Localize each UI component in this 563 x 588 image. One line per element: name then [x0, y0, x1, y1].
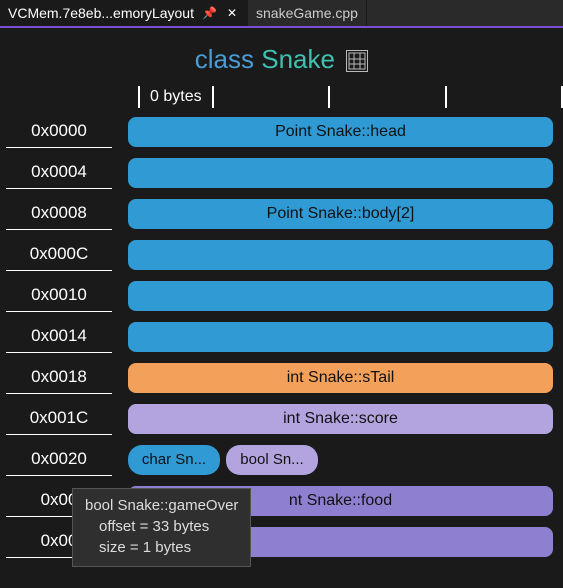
class-heading: class Snake	[0, 28, 563, 85]
member-chip[interactable]: char Sn...	[128, 445, 220, 475]
ruler-label: 0 bytes	[140, 88, 212, 106]
tooltip-size: size = 1 bytes	[85, 537, 238, 558]
address-cell: 0x0014	[6, 320, 112, 353]
address-cell: 0x0020	[6, 443, 112, 476]
ruler-tick	[212, 86, 214, 108]
member-chip[interactable]: bool Sn...	[226, 445, 318, 475]
pin-icon[interactable]: 📌	[200, 6, 219, 20]
member-chips: char Sn...bool Sn...	[128, 445, 553, 475]
tab-label: VCMem.7e8eb...emoryLayout	[8, 5, 194, 21]
tooltip-offset: offset = 33 bytes	[85, 516, 238, 537]
address-cell: 0x0004	[6, 156, 112, 189]
keyword: class	[195, 44, 254, 74]
memory-row: 0x0018 int Snake::sTail	[6, 357, 553, 398]
member-bar[interactable]: int Snake::score	[128, 404, 553, 434]
member-bar[interactable]	[128, 240, 553, 270]
address-cell: 0x0010	[6, 279, 112, 312]
address-cell: 0x000C	[6, 238, 112, 271]
member-bar[interactable]: int Snake::sTail	[128, 363, 553, 393]
tooltip-title: bool Snake::gameOver	[85, 495, 238, 516]
tab-label: snakeGame.cpp	[256, 5, 358, 21]
tab-bar: VCMem.7e8eb...emoryLayout 📌 ✕ snakeGame.…	[0, 0, 563, 28]
memory-row: 0x0000 Point Snake::head	[6, 111, 553, 152]
member-bar[interactable]	[128, 158, 553, 188]
address-cell: 0x0000	[6, 115, 112, 148]
memory-row: 0x000C	[6, 234, 553, 275]
member-bar[interactable]	[128, 281, 553, 311]
memory-row: 0x0008 Point Snake::body[2]	[6, 193, 553, 234]
address-cell: 0x001C	[6, 402, 112, 435]
memory-row: 0x001C int Snake::score	[6, 398, 553, 439]
member-bar[interactable]	[128, 322, 553, 352]
memory-row: 0x0020 char Sn...bool Sn...	[6, 439, 553, 480]
table-view-icon[interactable]	[346, 50, 368, 72]
member-bar[interactable]: Point Snake::head	[128, 117, 553, 147]
ruler-tick	[445, 86, 447, 108]
tab-memory-layout[interactable]: VCMem.7e8eb...emoryLayout 📌 ✕	[0, 0, 248, 26]
memory-row: 0x0010	[6, 275, 553, 316]
tooltip: bool Snake::gameOver offset = 33 bytes s…	[72, 488, 251, 567]
close-icon[interactable]: ✕	[225, 6, 239, 20]
byte-ruler: 0 bytes	[128, 85, 563, 109]
address-cell: 0x0018	[6, 361, 112, 394]
tab-snake-cpp[interactable]: snakeGame.cpp	[248, 0, 367, 26]
memory-row: 0x0014	[6, 316, 553, 357]
member-bar[interactable]: Point Snake::body[2]	[128, 199, 553, 229]
class-name: Snake	[261, 44, 335, 74]
ruler-tick	[328, 86, 330, 108]
address-cell: 0x0008	[6, 197, 112, 230]
memory-row: 0x0004	[6, 152, 553, 193]
